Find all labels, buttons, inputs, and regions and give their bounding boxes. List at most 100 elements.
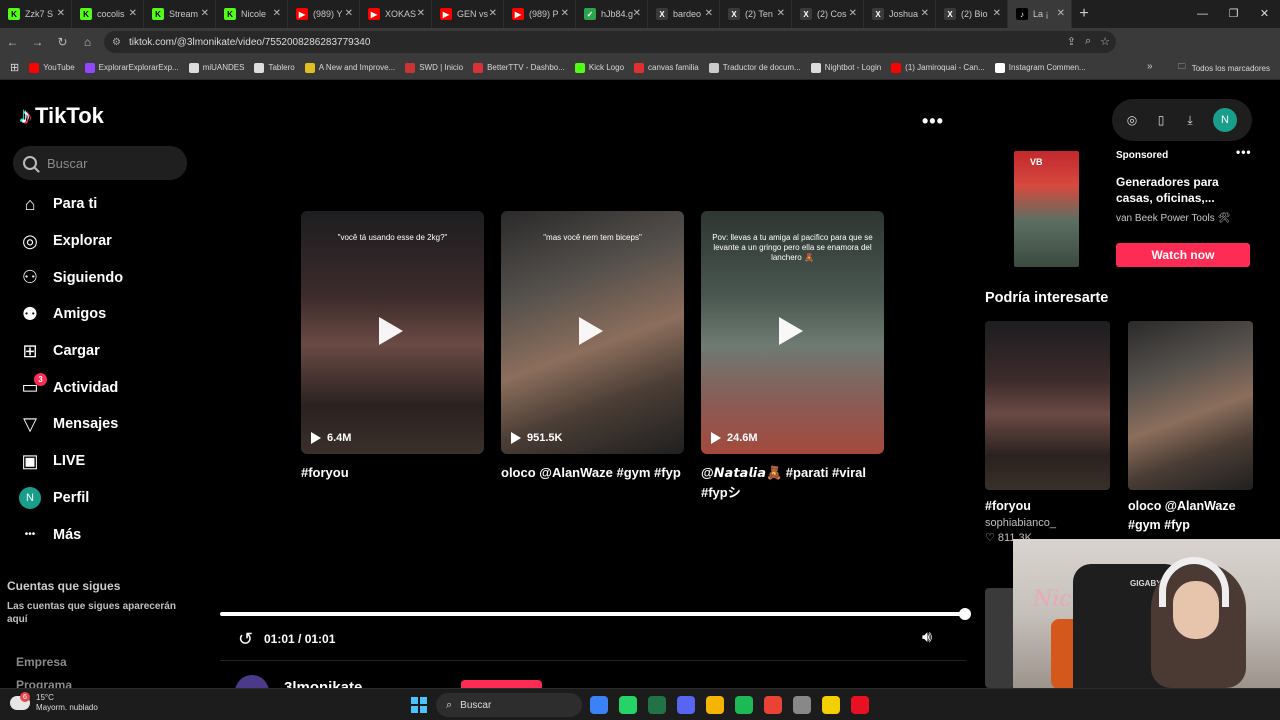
bookmark-item[interactable]: ExplorarExplorarExp...	[84, 62, 179, 73]
back-icon[interactable]: ←	[0, 35, 25, 49]
recommended-title[interactable]: oloco @AlanWaze #gym #fyp	[1128, 497, 1253, 535]
taskbar-app-icon[interactable]	[822, 696, 840, 714]
sidebar-item-explorar[interactable]: ◎ Explorar	[18, 223, 123, 260]
bookmark-item[interactable]: canvas familia	[634, 62, 699, 73]
video-title[interactable]: @𝙉𝙖𝙩𝙖𝙡𝙞𝙖🧸 #parati #viral #fypシ	[701, 463, 884, 503]
video-thumbnail[interactable]: "mas você nem tem biceps" 951.5K	[501, 211, 684, 454]
recommended-video[interactable]: oloco @AlanWaze #gym #fyp	[1128, 321, 1253, 535]
taskbar-app-icon[interactable]	[706, 696, 724, 714]
bookmark-item[interactable]: A New and Improve...	[304, 62, 395, 73]
home-browser-icon[interactable]: ⌂	[75, 35, 100, 49]
browser-tab[interactable]: K Stream ✕	[144, 0, 216, 28]
ad-title[interactable]: Generadores para casas, oficinas,...	[1116, 174, 1256, 206]
zoom-icon[interactable]: ⌕	[1085, 35, 1091, 48]
tab-close-icon[interactable]: ✕	[57, 8, 65, 19]
sidebar-item-live[interactable]: ▣ LIVE	[18, 443, 123, 480]
more-bookmarks-icon[interactable]: »	[1147, 61, 1153, 72]
browser-tab[interactable]: ▶ (989) Y ✕	[288, 0, 360, 28]
follow-button[interactable]	[461, 680, 542, 688]
recommended-thumbnail[interactable]	[985, 321, 1110, 490]
bookmark-item[interactable]: Kick Logo	[574, 62, 624, 73]
taskbar-app-icon[interactable]	[735, 696, 753, 714]
url-field[interactable]: ⚙ tiktok.com/@3lmonikate/video/755200828…	[104, 31, 1116, 53]
new-tab-button[interactable]: +	[1072, 5, 1096, 23]
recommended-author[interactable]: sophiabianco_	[985, 517, 1110, 529]
browser-tab[interactable]: Kcocolis ✕	[72, 0, 144, 28]
browser-tab[interactable]: X Joshua ✕	[864, 0, 936, 28]
more-options-icon[interactable]: •••	[922, 111, 944, 132]
play-icon[interactable]	[779, 317, 803, 345]
browser-tab[interactable]: X (2) Bio ✕	[936, 0, 1008, 28]
taskbar-search[interactable]: ⌕ Buscar	[436, 693, 582, 717]
download-icon[interactable]: ⤓	[1182, 112, 1198, 128]
sidebar-item-perfil[interactable]: N Perfil	[18, 480, 123, 517]
footer-link-program[interactable]: Programa	[16, 678, 72, 688]
browser-tab[interactable]: X (2) Cos ✕	[792, 0, 864, 28]
sidebar-item-siguiendo[interactable]: ⚇ Siguiendo	[18, 259, 123, 296]
device-icon[interactable]: ▯	[1153, 112, 1169, 128]
close-window-icon[interactable]: ✕	[1249, 0, 1280, 28]
video-progress-bar[interactable]	[220, 608, 971, 620]
taskbar-app-icon[interactable]	[764, 696, 782, 714]
forward-icon[interactable]: →	[25, 35, 50, 49]
taskbar-app-icon[interactable]	[648, 696, 666, 714]
taskbar-app-icon[interactable]	[590, 696, 608, 714]
tab-close-icon[interactable]: ✕	[201, 8, 209, 19]
tab-close-icon[interactable]: ✕	[849, 8, 857, 19]
tab-close-icon[interactable]: ✕	[921, 8, 929, 19]
all-bookmarks-button[interactable]: 🗀 Todos los marcadores	[1178, 61, 1270, 75]
tab-close-icon[interactable]: ✕	[561, 8, 569, 19]
replay-icon[interactable]: ↺	[238, 629, 253, 650]
browser-tab[interactable]: ▶ GEN vs ✕	[432, 0, 504, 28]
tab-close-icon[interactable]: ✕	[345, 8, 353, 19]
taskbar-app-icon[interactable]	[793, 696, 811, 714]
watch-now-button[interactable]: Watch now	[1116, 243, 1250, 267]
play-icon[interactable]	[579, 317, 603, 345]
bookmark-item[interactable]: Tablero	[254, 62, 295, 73]
minimize-icon[interactable]: —	[1187, 0, 1218, 28]
video-thumbnail[interactable]: "você tá usando esse de 2kg?" 6.4M	[301, 211, 484, 454]
sidebar-item-amigos[interactable]: ⚉ Amigos	[18, 296, 123, 333]
recommended-thumbnail[interactable]	[985, 588, 1015, 688]
restore-icon[interactable]: ❐	[1218, 0, 1249, 28]
tab-close-icon[interactable]: ✕	[777, 8, 785, 19]
recommended-video[interactable]: #foryou sophiabianco_ ♡ 811.3K	[985, 321, 1110, 544]
sidebar-item-actividad[interactable]: ▭ 3 Actividad	[18, 369, 123, 406]
bookmark-item[interactable]: SWD | Inicio	[405, 62, 463, 73]
bookmark-star-icon[interactable]: ☆	[1100, 35, 1110, 48]
footer-link-company[interactable]: Empresa	[16, 655, 67, 669]
video-thumbnail[interactable]: Pov: llevas a tu amiga al pacifico para …	[701, 211, 884, 454]
tab-close-icon[interactable]: ✕	[705, 8, 713, 19]
weather-widget[interactable]: 6 15°C Mayorm. nublado	[10, 692, 98, 713]
browser-tab[interactable]: ♪ La ¡ ✕	[1008, 0, 1072, 28]
video-card[interactable]: "mas você nem tem biceps" 951.5K oloco @…	[501, 211, 684, 483]
sidebar-item-para-ti[interactable]: ⌂ Para ti	[18, 186, 123, 223]
bookmark-item[interactable]: Instagram Commen...	[994, 62, 1086, 73]
tab-close-icon[interactable]: ✕	[993, 8, 1001, 19]
browser-tab[interactable]: K Nicole ✕	[216, 0, 288, 28]
video-card[interactable]: "você tá usando esse de 2kg?" 6.4M #fory…	[301, 211, 484, 483]
browser-tab[interactable]: X (2) Ten ✕	[720, 0, 792, 28]
author-avatar[interactable]	[235, 675, 269, 688]
bookmark-item[interactable]: BetterTTV - Dashbo...	[473, 62, 565, 73]
tab-close-icon[interactable]: ✕	[633, 8, 641, 19]
progress-knob[interactable]	[959, 608, 971, 620]
sidebar-item-cargar[interactable]: ⊞ Cargar	[18, 333, 123, 370]
video-title[interactable]: oloco @AlanWaze #gym #fyp	[501, 463, 684, 483]
browser-tab[interactable]: Xbardeo ✕	[648, 0, 720, 28]
taskbar-app-icon[interactable]	[619, 696, 637, 714]
taskbar-app-icon[interactable]	[851, 696, 869, 714]
volume-icon[interactable]: 🔊︎	[922, 629, 932, 647]
bookmark-item[interactable]: Traductor de docum...	[708, 62, 801, 73]
bookmark-item[interactable]: miUANDES	[188, 62, 244, 73]
sidebar-item-más[interactable]: ••• Más	[18, 516, 123, 553]
tab-close-icon[interactable]: ✕	[1057, 8, 1065, 19]
ad-more-icon[interactable]: •••	[1236, 145, 1252, 159]
video-title[interactable]: #foryou	[301, 463, 484, 483]
coins-icon[interactable]: ◎	[1124, 112, 1140, 128]
search-input[interactable]: Buscar	[13, 146, 187, 180]
reload-icon[interactable]: ↻	[50, 35, 75, 49]
apps-grid-icon[interactable]: ⊞	[10, 61, 19, 74]
tab-close-icon[interactable]: ✕	[273, 8, 281, 19]
tab-close-icon[interactable]: ✕	[417, 8, 425, 19]
